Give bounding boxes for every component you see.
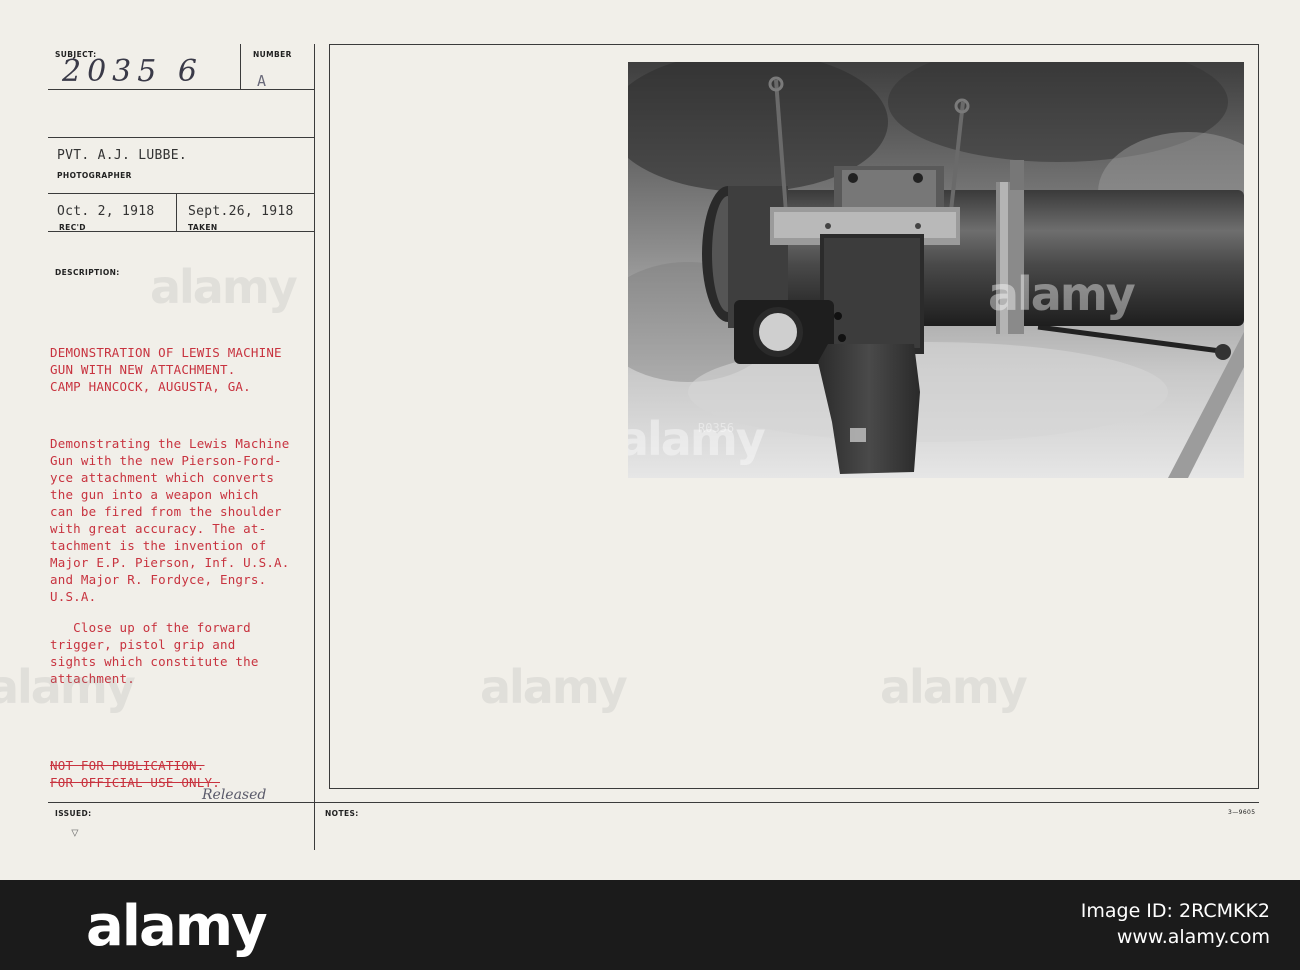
photographer-label: PHOTOGRAPHER	[57, 171, 132, 180]
body-line: U.S.A.	[50, 589, 97, 604]
card-watermark: alamy	[880, 660, 1028, 714]
body-line: Gun with the new Pierson-Ford-	[50, 453, 282, 468]
card-watermark: alamy	[480, 660, 628, 714]
body-line: with great accuracy. The at-	[50, 521, 267, 536]
description-line: DEMONSTRATION OF LEWIS MACHINE	[50, 345, 282, 360]
notes-label: NOTES:	[325, 809, 359, 818]
body-line: Major E.P. Pierson, Inf. U.S.A.	[50, 555, 290, 570]
issued-label: ISSUED:	[55, 809, 92, 818]
released-note: Released	[202, 787, 267, 803]
form-number: 3—9605	[1228, 809, 1256, 816]
divider	[48, 137, 314, 138]
received-label: REC'D	[59, 223, 86, 232]
image-id: Image ID: 2RCMKK2	[1080, 900, 1270, 922]
official-use-stamp: FOR OFFICIAL USE ONLY.	[50, 775, 220, 790]
divider	[176, 193, 177, 231]
photo-watermark: alamy	[628, 412, 766, 466]
body-line: the gun into a weapon which	[50, 487, 259, 502]
image-id-block: Image ID: 2RCMKK2 www.alamy.com	[1060, 898, 1270, 954]
divider	[48, 231, 314, 232]
divider	[48, 193, 314, 194]
alamy-logo[interactable]: alamy	[86, 895, 446, 959]
body-line: and Major R. Fordyce, Engrs.	[50, 572, 267, 587]
divider	[48, 89, 314, 90]
body-line: can be fired from the shoulder	[50, 504, 282, 519]
body-line: Demonstrating the Lewis Machine	[50, 436, 290, 451]
description-line: GUN WITH NEW ATTACHMENT.	[50, 362, 236, 377]
taken-date: Sept.26, 1918	[188, 204, 294, 219]
issued-mark: ◁	[66, 829, 81, 837]
number-letter: A	[257, 72, 267, 90]
body-line: tachment is the invention of	[50, 538, 267, 553]
body-line: yce attachment which converts	[50, 470, 275, 485]
description-label: DESCRIPTION:	[55, 268, 120, 277]
received-date: Oct. 2, 1918	[57, 204, 155, 219]
card-watermark: alamy	[150, 260, 298, 314]
body-line: Close up of the forward	[50, 620, 251, 635]
description-line: CAMP HANCOCK, AUGUSTA, GA.	[50, 379, 251, 394]
lewis-gun-photo: R0356 alamy alamy	[628, 62, 1244, 478]
divider	[240, 44, 241, 90]
not-for-publication-stamp: NOT FOR PUBLICATION.	[50, 758, 205, 773]
photo-watermark: alamy	[988, 267, 1136, 321]
photographer-name: PVT. A.J. LUBBE.	[57, 148, 188, 163]
number-label: NUMBER	[253, 50, 292, 59]
site-url[interactable]: www.alamy.com	[1060, 924, 1270, 950]
divider	[314, 44, 315, 850]
taken-label: TAKEN	[188, 223, 218, 232]
subject-number: 2035 6	[62, 54, 203, 89]
card-watermark: alamy	[0, 660, 136, 714]
body-line: trigger, pistol grip and	[50, 637, 236, 652]
